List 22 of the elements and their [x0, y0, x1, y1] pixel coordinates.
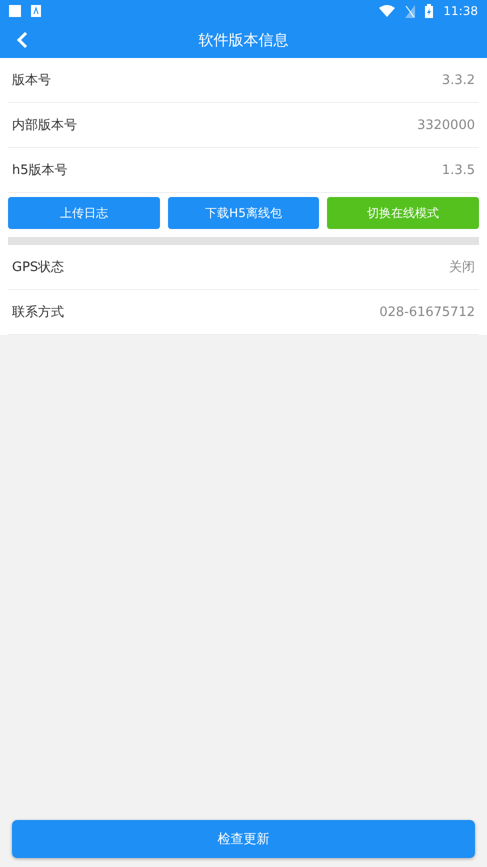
signal-icon: [405, 4, 416, 18]
row-label: 联系方式: [12, 304, 64, 321]
row-label: 内部版本号: [12, 117, 77, 134]
status-time: 11:38: [443, 4, 478, 18]
battery-icon: [425, 4, 434, 18]
action-button[interactable]: 上传日志: [8, 197, 160, 229]
notification-icon: [31, 5, 41, 17]
row-value: 028-61675712: [379, 304, 475, 320]
row-value: 关闭: [449, 259, 475, 276]
back-icon[interactable]: [16, 31, 30, 49]
row-label: 版本号: [12, 72, 51, 89]
row-value: 1.3.5: [442, 162, 475, 178]
page-title: 软件版本信息: [198, 30, 288, 50]
check-update-button[interactable]: 检查更新: [12, 820, 475, 858]
action-button[interactable]: 下载H5离线包: [168, 197, 320, 229]
notification-icon: [9, 5, 21, 17]
row-value: 3320000: [417, 118, 475, 132]
row-label: GPS状态: [12, 259, 64, 276]
row-value: 3.3.2: [442, 72, 475, 88]
wifi-icon: [379, 5, 396, 17]
row-label: h5版本号: [12, 162, 68, 179]
action-button[interactable]: 切换在线模式: [327, 197, 480, 229]
